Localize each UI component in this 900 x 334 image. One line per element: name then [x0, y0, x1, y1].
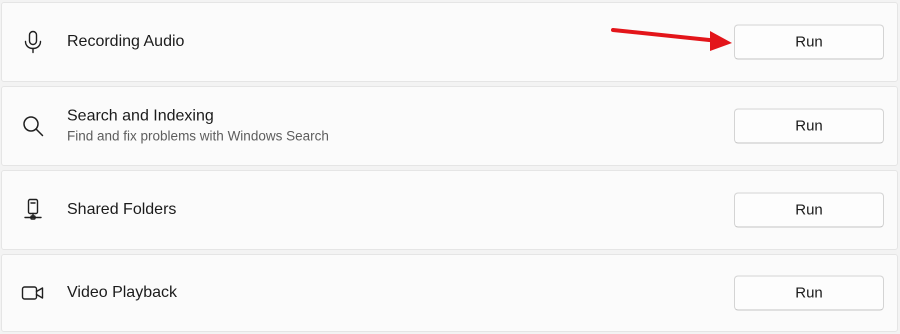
- troubleshooter-item-shared-folders: Shared Folders Run: [1, 170, 898, 250]
- run-button-recording-audio[interactable]: Run: [734, 24, 884, 60]
- run-button-search-and-indexing[interactable]: Run: [734, 108, 884, 144]
- item-title: Recording Audio: [67, 33, 185, 50]
- video-camera-icon: [20, 280, 46, 306]
- item-text: Video Playback: [67, 283, 177, 303]
- item-title: Search and Indexing: [67, 107, 214, 125]
- item-title: Shared Folders: [67, 201, 177, 218]
- microphone-icon: [20, 29, 46, 55]
- troubleshooter-item-video-playback: Video Playback Run: [1, 254, 898, 332]
- troubleshooter-item-recording-audio: Recording Audio Run: [1, 2, 898, 82]
- search-icon: [20, 113, 46, 139]
- run-button-shared-folders[interactable]: Run: [734, 192, 884, 228]
- item-subtitle: Find and fix problems with Windows Searc…: [67, 128, 329, 144]
- troubleshooter-item-search-and-indexing: Search and Indexing Find and fix problem…: [1, 86, 898, 166]
- item-text: Shared Folders: [67, 200, 176, 220]
- run-button-video-playback[interactable]: Run: [734, 275, 884, 311]
- shared-folders-icon: [20, 197, 46, 223]
- item-text: Search and Indexing Find and fix problem…: [67, 107, 329, 146]
- red-arrow-icon: [611, 28, 732, 51]
- item-title: Video Playback: [67, 284, 177, 301]
- troubleshooter-list: Recording Audio Run Search and Indexing …: [0, 0, 900, 334]
- item-text: Recording Audio: [67, 32, 184, 52]
